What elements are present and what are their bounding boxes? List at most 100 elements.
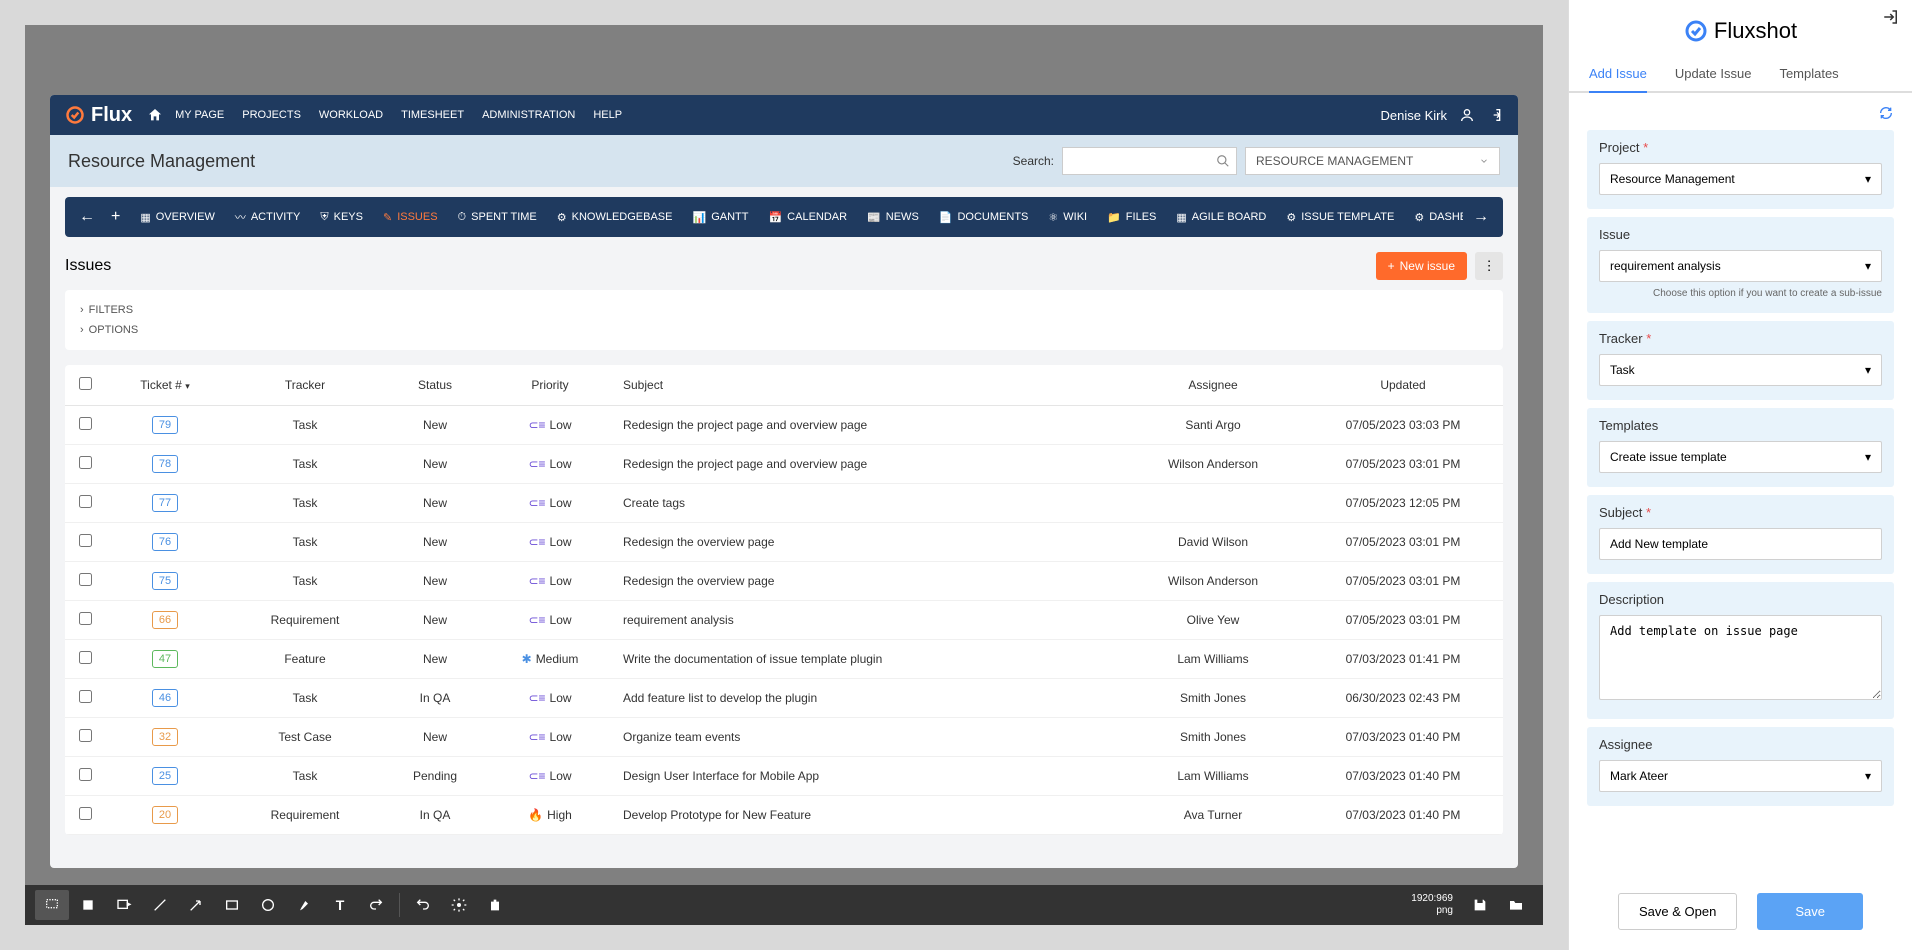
ticket-badge[interactable]: 76 — [152, 533, 178, 551]
cell-subject[interactable]: Redesign the project page and overview p… — [615, 445, 1123, 484]
col-updated[interactable]: Updated — [1303, 365, 1503, 406]
cell-subject[interactable]: Redesign the overview page — [615, 562, 1123, 601]
row-checkbox[interactable] — [79, 729, 92, 742]
col-subject[interactable]: Subject — [615, 365, 1123, 406]
circle-tool[interactable] — [251, 890, 285, 920]
assignee-dropdown[interactable]: Mark Ateer▾ — [1599, 760, 1882, 792]
select-all-checkbox[interactable] — [79, 377, 92, 390]
save-tool[interactable] — [1463, 890, 1497, 920]
col-tracker[interactable]: Tracker — [225, 365, 385, 406]
more-actions-button[interactable]: ⋮ — [1475, 252, 1503, 280]
templates-dropdown[interactable]: Create issue template▾ — [1599, 441, 1882, 473]
tab-documents[interactable]: 📄DOCUMENTS — [929, 201, 1039, 233]
table-row[interactable]: 78TaskNew⊂≡ LowRedesign the project page… — [65, 445, 1503, 484]
cell-subject[interactable]: Write the documentation of issue templat… — [615, 640, 1123, 679]
search-input[interactable] — [1062, 147, 1237, 175]
table-row[interactable]: 46TaskIn QA⊂≡ LowAdd feature list to dev… — [65, 679, 1503, 718]
options-toggle[interactable]: › OPTIONS — [80, 320, 1488, 340]
panel-tab-templates[interactable]: Templates — [1779, 56, 1838, 93]
row-checkbox[interactable] — [79, 690, 92, 703]
filters-toggle[interactable]: › FILTERS — [80, 300, 1488, 320]
col-assignee[interactable]: Assignee — [1123, 365, 1303, 406]
arrow-tool[interactable] — [179, 890, 213, 920]
row-checkbox[interactable] — [79, 456, 92, 469]
col-status[interactable]: Status — [385, 365, 485, 406]
ticket-badge[interactable]: 78 — [152, 455, 178, 473]
tab-news[interactable]: 📰NEWS — [857, 201, 929, 233]
row-checkbox[interactable] — [79, 534, 92, 547]
description-textarea[interactable] — [1599, 615, 1882, 700]
ticket-badge[interactable]: 47 — [152, 650, 178, 668]
folder-tool[interactable] — [1499, 890, 1533, 920]
row-checkbox[interactable] — [79, 417, 92, 430]
nav-my-page[interactable]: MY PAGE — [175, 109, 224, 121]
tab-issue-template[interactable]: ⚙ISSUE TEMPLATE — [1276, 201, 1404, 233]
tab-knowledgebase[interactable]: ⚙KNOWLEDGEBASE — [547, 201, 683, 233]
text-tool[interactable]: T — [323, 890, 357, 920]
line-tool[interactable] — [143, 890, 177, 920]
nav-help[interactable]: HELP — [593, 109, 622, 121]
tab-dashboard[interactable]: ⚙DASHBOARD — [1404, 201, 1463, 233]
brush-tool[interactable] — [287, 890, 321, 920]
table-row[interactable]: 79TaskNew⊂≡ LowRedesign the project page… — [65, 406, 1503, 445]
logout-icon[interactable] — [1487, 107, 1503, 123]
col-priority[interactable]: Priority — [485, 365, 615, 406]
tab-files[interactable]: 📁FILES — [1097, 201, 1166, 233]
tab-wiki[interactable]: ⚛WIKI — [1038, 201, 1097, 233]
cell-subject[interactable]: Redesign the project page and overview p… — [615, 406, 1123, 445]
tab-overview[interactable]: ▦OVERVIEW — [130, 201, 225, 233]
cell-subject[interactable]: Create tags — [615, 484, 1123, 523]
col-ticket[interactable]: Ticket # — [140, 378, 182, 392]
tabs-add[interactable]: + — [105, 208, 126, 226]
new-issue-button[interactable]: + New issue — [1376, 252, 1467, 280]
home-icon[interactable] — [147, 107, 163, 123]
ticket-badge[interactable]: 75 — [152, 572, 178, 590]
nav-workload[interactable]: WORKLOAD — [319, 109, 383, 121]
app-logo[interactable]: Flux — [65, 104, 132, 127]
redo-tool[interactable] — [359, 890, 393, 920]
cell-subject[interactable]: Organize team events — [615, 718, 1123, 757]
tabs-right-arrow[interactable]: → — [1467, 208, 1495, 226]
tracker-dropdown[interactable]: Task▾ — [1599, 354, 1882, 386]
tab-activity[interactable]: 〰ACTIVITY — [225, 201, 311, 233]
tab-agile-board[interactable]: ▦AGILE BOARD — [1166, 201, 1276, 233]
tab-gantt[interactable]: 📊GANTT — [682, 201, 758, 233]
tabs-left-arrow[interactable]: ← — [73, 208, 101, 226]
cell-subject[interactable]: Redesign the overview page — [615, 523, 1123, 562]
text-box-tool[interactable] — [107, 890, 141, 920]
cell-subject[interactable]: Design User Interface for Mobile App — [615, 757, 1123, 796]
row-checkbox[interactable] — [79, 612, 92, 625]
cell-subject[interactable]: Add feature list to develop the plugin — [615, 679, 1123, 718]
table-row[interactable]: 76TaskNew⊂≡ LowRedesign the overview pag… — [65, 523, 1503, 562]
nav-administration[interactable]: ADMINISTRATION — [482, 109, 575, 121]
select-tool[interactable] — [35, 890, 69, 920]
row-checkbox[interactable] — [79, 807, 92, 820]
refresh-icon[interactable] — [1587, 105, 1894, 126]
ticket-badge[interactable]: 46 — [152, 689, 178, 707]
delete-tool[interactable] — [478, 890, 512, 920]
save-button[interactable]: Save — [1757, 893, 1863, 930]
tab-calendar[interactable]: 📅CALENDAR — [758, 201, 857, 233]
panel-tab-update-issue[interactable]: Update Issue — [1675, 56, 1752, 93]
row-checkbox[interactable] — [79, 573, 92, 586]
table-row[interactable]: 75TaskNew⊂≡ LowRedesign the overview pag… — [65, 562, 1503, 601]
tab-issues[interactable]: ✎ISSUES — [373, 201, 448, 233]
ticket-badge[interactable]: 20 — [152, 806, 178, 824]
row-checkbox[interactable] — [79, 768, 92, 781]
project-dropdown[interactable]: Resource Management▾ — [1599, 163, 1882, 195]
panel-tab-add-issue[interactable]: Add Issue — [1589, 56, 1647, 93]
crop-tool[interactable] — [71, 890, 105, 920]
subject-input[interactable] — [1599, 528, 1882, 560]
ticket-badge[interactable]: 25 — [152, 767, 178, 785]
row-checkbox[interactable] — [79, 651, 92, 664]
table-row[interactable]: 66RequirementNew⊂≡ Lowrequirement analys… — [65, 601, 1503, 640]
project-select[interactable]: RESOURCE MANAGEMENT — [1245, 147, 1500, 175]
rect-tool[interactable] — [215, 890, 249, 920]
issue-dropdown[interactable]: requirement analysis▾ — [1599, 250, 1882, 282]
undo-tool[interactable] — [406, 890, 440, 920]
ticket-badge[interactable]: 77 — [152, 494, 178, 512]
cell-subject[interactable]: Develop Prototype for New Feature — [615, 796, 1123, 835]
exit-icon[interactable] — [1882, 8, 1900, 31]
tab-keys[interactable]: ⛨KEYS — [310, 201, 373, 233]
nav-projects[interactable]: PROJECTS — [242, 109, 301, 121]
